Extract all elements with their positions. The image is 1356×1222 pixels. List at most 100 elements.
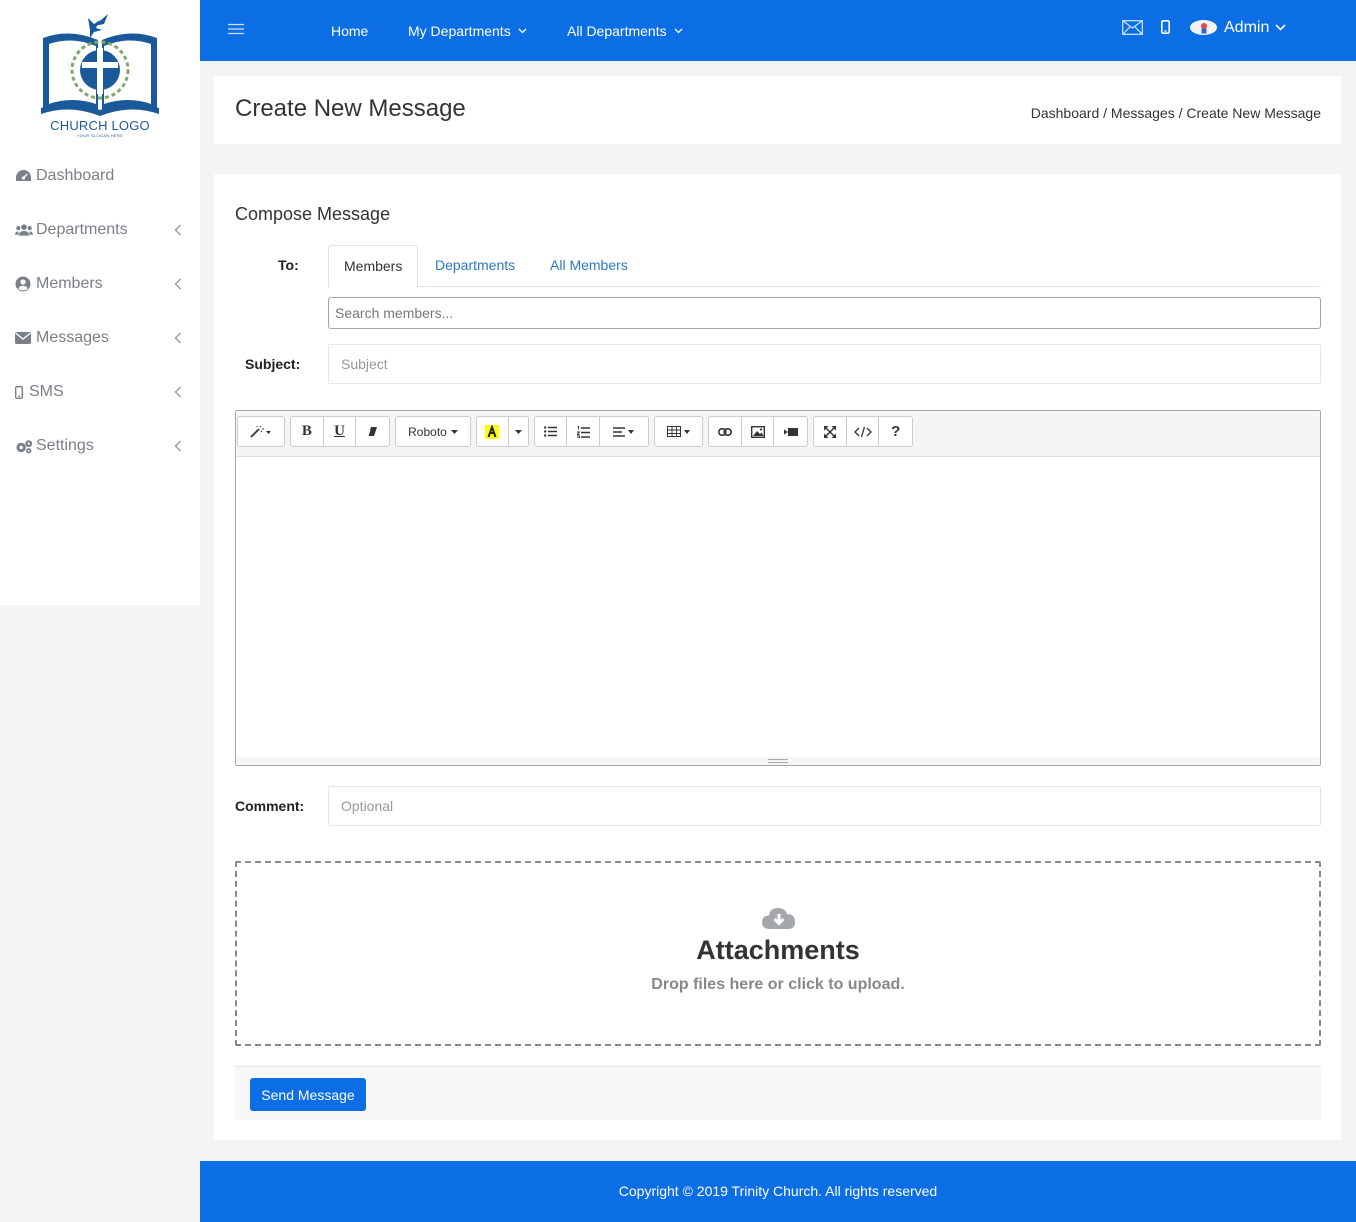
nav-my-departments[interactable]: My Departments — [408, 0, 527, 61]
page-footer: Copyright © 2019 Trinity Church. All rig… — [200, 1161, 1356, 1222]
chevron-left-icon — [174, 440, 181, 452]
nav-my-departments-label: My Departments — [408, 22, 511, 39]
nav-all-departments[interactable]: All Departments — [567, 0, 683, 61]
image-icon — [750, 425, 765, 438]
send-message-button[interactable]: Send Message — [250, 1078, 366, 1111]
sidebar-item-members[interactable]: Members — [0, 257, 200, 311]
table-group — [654, 416, 703, 447]
help-button[interactable]: ? — [879, 417, 912, 446]
caret-down-icon — [514, 429, 522, 434]
top-navbar: Home My Departments All Departments Admi… — [200, 0, 1356, 61]
mail-icon[interactable] — [1122, 20, 1143, 35]
expand-icon — [823, 425, 836, 438]
font-name-group: Roboto — [395, 416, 471, 447]
code-icon — [853, 426, 872, 437]
sidebar-item-label: Messages — [36, 329, 109, 346]
sidebar-item-label: Dashboard — [36, 167, 115, 184]
eraser-icon — [367, 427, 378, 437]
magic-wand-icon — [250, 425, 271, 438]
mobile-icon[interactable] — [1161, 20, 1170, 34]
tab-all-members[interactable]: All Members — [535, 245, 643, 287]
recipient-tabs: Members Departments All Members — [328, 245, 1321, 288]
font-style-group: B U — [290, 416, 390, 447]
sidebar-item-settings[interactable]: Settings — [0, 419, 200, 473]
sidebar-item-label: Settings — [36, 437, 94, 454]
fullscreen-button[interactable] — [814, 417, 847, 446]
nav-all-departments-label: All Departments — [567, 22, 667, 39]
avatar — [1190, 20, 1217, 35]
editor-toolbar: B U Roboto ? — [236, 411, 1320, 457]
editor-content-area[interactable] — [236, 457, 1320, 757]
sidebar: CHURCH LOGO YOUR SLOGAN HERE Dashboard D… — [0, 0, 200, 605]
tab-departments[interactable]: Departments — [420, 245, 530, 287]
sidebar-item-label: Members — [36, 275, 103, 292]
code-view-button[interactable] — [847, 417, 880, 446]
link-icon — [717, 427, 732, 436]
attachments-dropzone[interactable]: Attachments Drop files here or click to … — [235, 861, 1321, 1046]
comment-label: Comment: — [235, 798, 305, 814]
underline-button[interactable]: U — [324, 417, 357, 446]
align-left-icon — [612, 426, 634, 437]
nav-home-label: Home — [331, 22, 369, 39]
dropzone-title: Attachments — [696, 935, 860, 965]
text-color-button[interactable] — [477, 417, 509, 446]
dropzone-subtitle: Drop files here or click to upload. — [651, 976, 905, 993]
table-icon — [666, 426, 690, 437]
sidebar-item-dashboard[interactable]: Dashboard — [0, 149, 200, 203]
envelope-icon — [15, 330, 33, 346]
color-group — [476, 416, 529, 447]
link-button[interactable] — [709, 417, 742, 446]
user-circle-icon — [15, 276, 33, 292]
chevron-left-icon — [174, 224, 181, 236]
clear-format-button[interactable] — [356, 417, 389, 446]
list-ul-icon — [544, 426, 558, 437]
paragraph-group — [534, 416, 649, 447]
tab-members[interactable]: Members — [328, 245, 419, 288]
sidebar-item-departments[interactable]: Departments — [0, 203, 200, 257]
user-menu[interactable]: Admin — [1190, 0, 1286, 55]
video-icon — [783, 427, 798, 436]
font-name-dropdown[interactable]: Roboto — [396, 417, 470, 446]
sidebar-item-label: SMS — [29, 383, 64, 400]
video-button[interactable] — [774, 417, 807, 446]
sidebar-nav: Dashboard Departments Members Messages S… — [0, 149, 200, 473]
page-title: Create New Message — [235, 95, 466, 122]
table-button[interactable] — [655, 417, 702, 446]
unordered-list-button[interactable] — [535, 417, 568, 446]
users-icon — [15, 222, 33, 238]
color-dropdown[interactable] — [509, 417, 528, 446]
cloud-download-icon — [762, 908, 795, 929]
copyright-text: Copyright © 2019 Trinity Church. All rig… — [618, 1183, 938, 1199]
form-actions: Send Message — [235, 1066, 1321, 1120]
sidebar-item-messages[interactable]: Messages — [0, 311, 200, 365]
comment-input[interactable] — [328, 786, 1321, 826]
list-ol-icon — [576, 425, 590, 438]
caret-down-icon — [450, 429, 458, 434]
align-dropdown[interactable] — [600, 417, 648, 446]
subject-label: Subject: — [245, 356, 301, 372]
rich-text-editor: B U Roboto ? — [235, 410, 1321, 766]
chevron-down-icon — [1275, 24, 1286, 31]
logo-slogan: YOUR SLOGAN HERE — [76, 133, 124, 138]
sidebar-item-label: Departments — [36, 221, 128, 238]
bold-button[interactable]: B — [291, 417, 324, 446]
dashboard-icon — [15, 168, 33, 184]
to-label: To: — [278, 257, 299, 273]
text-color-icon — [485, 424, 500, 439]
card-title: Compose Message — [235, 204, 391, 224]
user-name: Admin — [1224, 18, 1270, 36]
chevron-down-icon — [674, 28, 683, 33]
sidebar-item-sms[interactable]: SMS — [0, 365, 200, 419]
search-members-input[interactable] — [328, 297, 1321, 329]
view-group: ? — [813, 416, 913, 447]
image-button[interactable] — [742, 417, 775, 446]
ordered-list-button[interactable] — [567, 417, 600, 446]
chevron-left-icon — [174, 278, 181, 290]
hamburger-menu-icon[interactable] — [228, 23, 244, 35]
subject-input[interactable] — [328, 344, 1321, 384]
chevron-left-icon — [174, 386, 181, 398]
chevron-down-icon — [518, 28, 527, 33]
editor-resize-handle[interactable] — [236, 757, 1320, 765]
nav-home[interactable]: Home — [331, 0, 368, 61]
style-button[interactable] — [238, 417, 284, 446]
